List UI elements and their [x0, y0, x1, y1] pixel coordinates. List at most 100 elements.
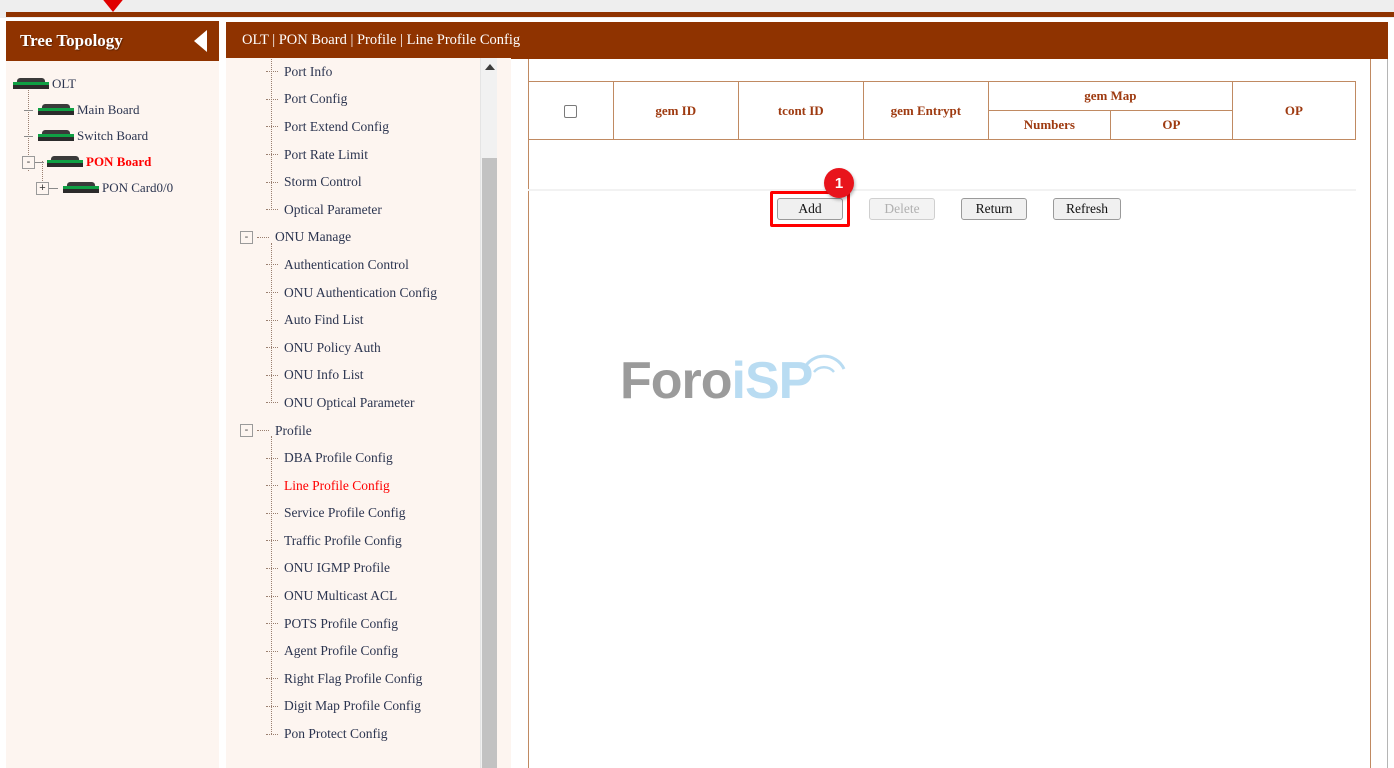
menu-item-optical-parameter[interactable]: Optical Parameter [226, 196, 493, 224]
menu-item-onu-policy-auth[interactable]: ONU Policy Auth [226, 334, 493, 362]
delete-button[interactable]: Delete [869, 198, 935, 220]
tree-node-main-board[interactable]: Main Board [6, 97, 219, 123]
menu-item-onu-authentication-config[interactable]: ONU Authentication Config [226, 279, 493, 307]
menu-item-label[interactable]: Profile [275, 423, 312, 439]
menu-item-onu-multicast-acl[interactable]: ONU Multicast ACL [226, 582, 493, 610]
menu-item-dba-profile-config[interactable]: DBA Profile Config [226, 444, 493, 472]
add-button-wrapper: Add 1 [777, 198, 843, 220]
caret-left-icon[interactable] [194, 30, 207, 52]
menu-item-auto-find-list[interactable]: Auto Find List [226, 306, 493, 334]
tree-node-pon-card[interactable]: + PON Card0/0 [6, 175, 219, 201]
menu-item-label[interactable]: Port Config [284, 91, 347, 107]
menu-item-label[interactable]: Digit Map Profile Config [284, 698, 421, 714]
tree-connector-dash [24, 110, 33, 111]
tree-connector-dash [266, 678, 278, 679]
menu-item-port-rate-limit[interactable]: Port Rate Limit [226, 141, 493, 169]
menu-item-pon-protect-config[interactable]: Pon Protect Config [226, 720, 493, 748]
menu-item-profile[interactable]: - Profile [226, 417, 493, 445]
caret-up-icon[interactable] [481, 58, 498, 75]
line-profile-table: gem ID tcont ID gem Entrypt gem Map OP N… [528, 81, 1356, 140]
th-gem-entrypt: gem Entrypt [863, 82, 988, 140]
menu-item-onu-info-list[interactable]: ONU Info List [226, 362, 493, 390]
menu-item-label[interactable]: Pon Protect Config [284, 726, 388, 742]
menu-item-line-profile-config[interactable]: Line Profile Config [226, 472, 493, 500]
menu-item-port-info[interactable]: Port Info [226, 58, 493, 86]
th-op: OP [1232, 82, 1355, 140]
tree-connector-dash [266, 375, 278, 376]
menu-item-label[interactable]: Optical Parameter [284, 202, 382, 218]
th-tcont-id: tcont ID [738, 82, 863, 140]
tree-connector-dash [266, 126, 278, 127]
menu-item-port-config[interactable]: Port Config [226, 86, 493, 114]
menu-scrollbar-track[interactable] [480, 58, 497, 768]
tree-node-switch-board[interactable]: Switch Board [6, 123, 219, 149]
menu-item-label[interactable]: ONU IGMP Profile [284, 560, 390, 576]
menu-item-authentication-control[interactable]: Authentication Control [226, 251, 493, 279]
th-gem-map-numbers: Numbers [988, 111, 1110, 140]
menu-item-storm-control[interactable]: Storm Control [226, 168, 493, 196]
menu-item-label[interactable]: Storm Control [284, 174, 362, 190]
refresh-button[interactable]: Refresh [1053, 198, 1121, 220]
select-all-checkbox[interactable] [564, 105, 577, 118]
menu-item-label[interactable]: Auto Find List [284, 312, 364, 328]
tree-connector-dash [266, 347, 278, 348]
menu-item-label[interactable]: ONU Multicast ACL [284, 588, 397, 604]
table-bottom-rule [528, 189, 1356, 191]
menu-item-label[interactable]: ONU Optical Parameter [284, 395, 414, 411]
table-header-row-top: gem ID tcont ID gem Entrypt gem Map OP [529, 82, 1356, 111]
menu-item-port-extend-config[interactable]: Port Extend Config [226, 113, 493, 141]
collapse-expander-icon[interactable]: - [240, 231, 253, 244]
app-root: Tree Topology OLT Main Board Switch Boar… [0, 0, 1394, 768]
tree-connector-dash [24, 136, 33, 137]
menu-item-label[interactable]: ONU Authentication Config [284, 285, 437, 301]
menu-item-agent-profile-config[interactable]: Agent Profile Config [226, 637, 493, 665]
menu-item-onu-igmp-profile[interactable]: ONU IGMP Profile [226, 555, 493, 583]
collapse-expander-icon[interactable]: - [22, 156, 35, 169]
menu-item-label[interactable]: Port Info [284, 64, 332, 80]
tree-topology-body: OLT Main Board Switch Board - PON Board … [6, 61, 219, 768]
device-icon [62, 182, 96, 194]
menu-item-right-flag-profile-config[interactable]: Right Flag Profile Config [226, 665, 493, 693]
menu-item-label[interactable]: ONU Info List [284, 367, 364, 383]
menu-item-label[interactable]: Agent Profile Config [284, 643, 398, 659]
menu-item-label[interactable]: Service Profile Config [284, 505, 405, 521]
watermark-text-primary: Foro [620, 352, 732, 410]
return-button[interactable]: Return [961, 198, 1027, 220]
menu-item-label[interactable]: DBA Profile Config [284, 450, 393, 466]
menu-item-label[interactable]: Authentication Control [284, 257, 409, 273]
tree-connector-dash [266, 513, 278, 514]
menu-item-service-profile-config[interactable]: Service Profile Config [226, 500, 493, 528]
breadcrumb: OLT | PON Board | Profile | Line Profile… [242, 32, 520, 49]
tree-node-olt[interactable]: OLT [6, 71, 219, 97]
menu-item-label[interactable]: Traffic Profile Config [284, 533, 402, 549]
add-button[interactable]: Add [777, 198, 843, 220]
collapse-expander-icon[interactable]: - [240, 424, 253, 437]
pointer-arrow-icon [100, 0, 126, 12]
menu-item-traffic-profile-config[interactable]: Traffic Profile Config [226, 527, 493, 555]
tree-connector-dash [266, 99, 278, 100]
menu-scrollbar-thumb[interactable] [482, 158, 497, 768]
action-button-bar: Add 1 Delete Return Refresh [528, 198, 1370, 220]
menu-item-digit-map-profile-config[interactable]: Digit Map Profile Config [226, 693, 493, 721]
outer-right-margin [1388, 18, 1394, 768]
menu-item-label[interactable]: Port Extend Config [284, 119, 389, 135]
menu-item-label[interactable]: Port Rate Limit [284, 147, 368, 163]
menu-item-label[interactable]: ONU Manage [275, 229, 351, 245]
menu-item-label[interactable]: POTS Profile Config [284, 616, 398, 632]
tree-connector-dash [266, 264, 278, 265]
device-icon [46, 156, 84, 168]
select-all-cell [529, 82, 614, 140]
menu-item-label[interactable]: Right Flag Profile Config [284, 671, 422, 687]
menu-connector [271, 436, 272, 734]
menu-item-pots-profile-config[interactable]: POTS Profile Config [226, 610, 493, 638]
tree-connector-dash [266, 651, 278, 652]
menu-item-label[interactable]: ONU Policy Auth [284, 340, 381, 356]
expand-expander-icon[interactable]: + [36, 182, 49, 195]
tree-connector-dash [266, 734, 278, 735]
menu-item-onu-optical-parameter[interactable]: ONU Optical Parameter [226, 389, 493, 417]
wifi-icon [800, 349, 848, 375]
menu-item-label[interactable]: Line Profile Config [284, 478, 390, 494]
menu-item-onu-manage[interactable]: - ONU Manage [226, 224, 493, 252]
content-area: gem ID tcont ID gem Entrypt gem Map OP N… [528, 59, 1388, 768]
tree-node-pon-board[interactable]: - PON Board [6, 149, 219, 175]
